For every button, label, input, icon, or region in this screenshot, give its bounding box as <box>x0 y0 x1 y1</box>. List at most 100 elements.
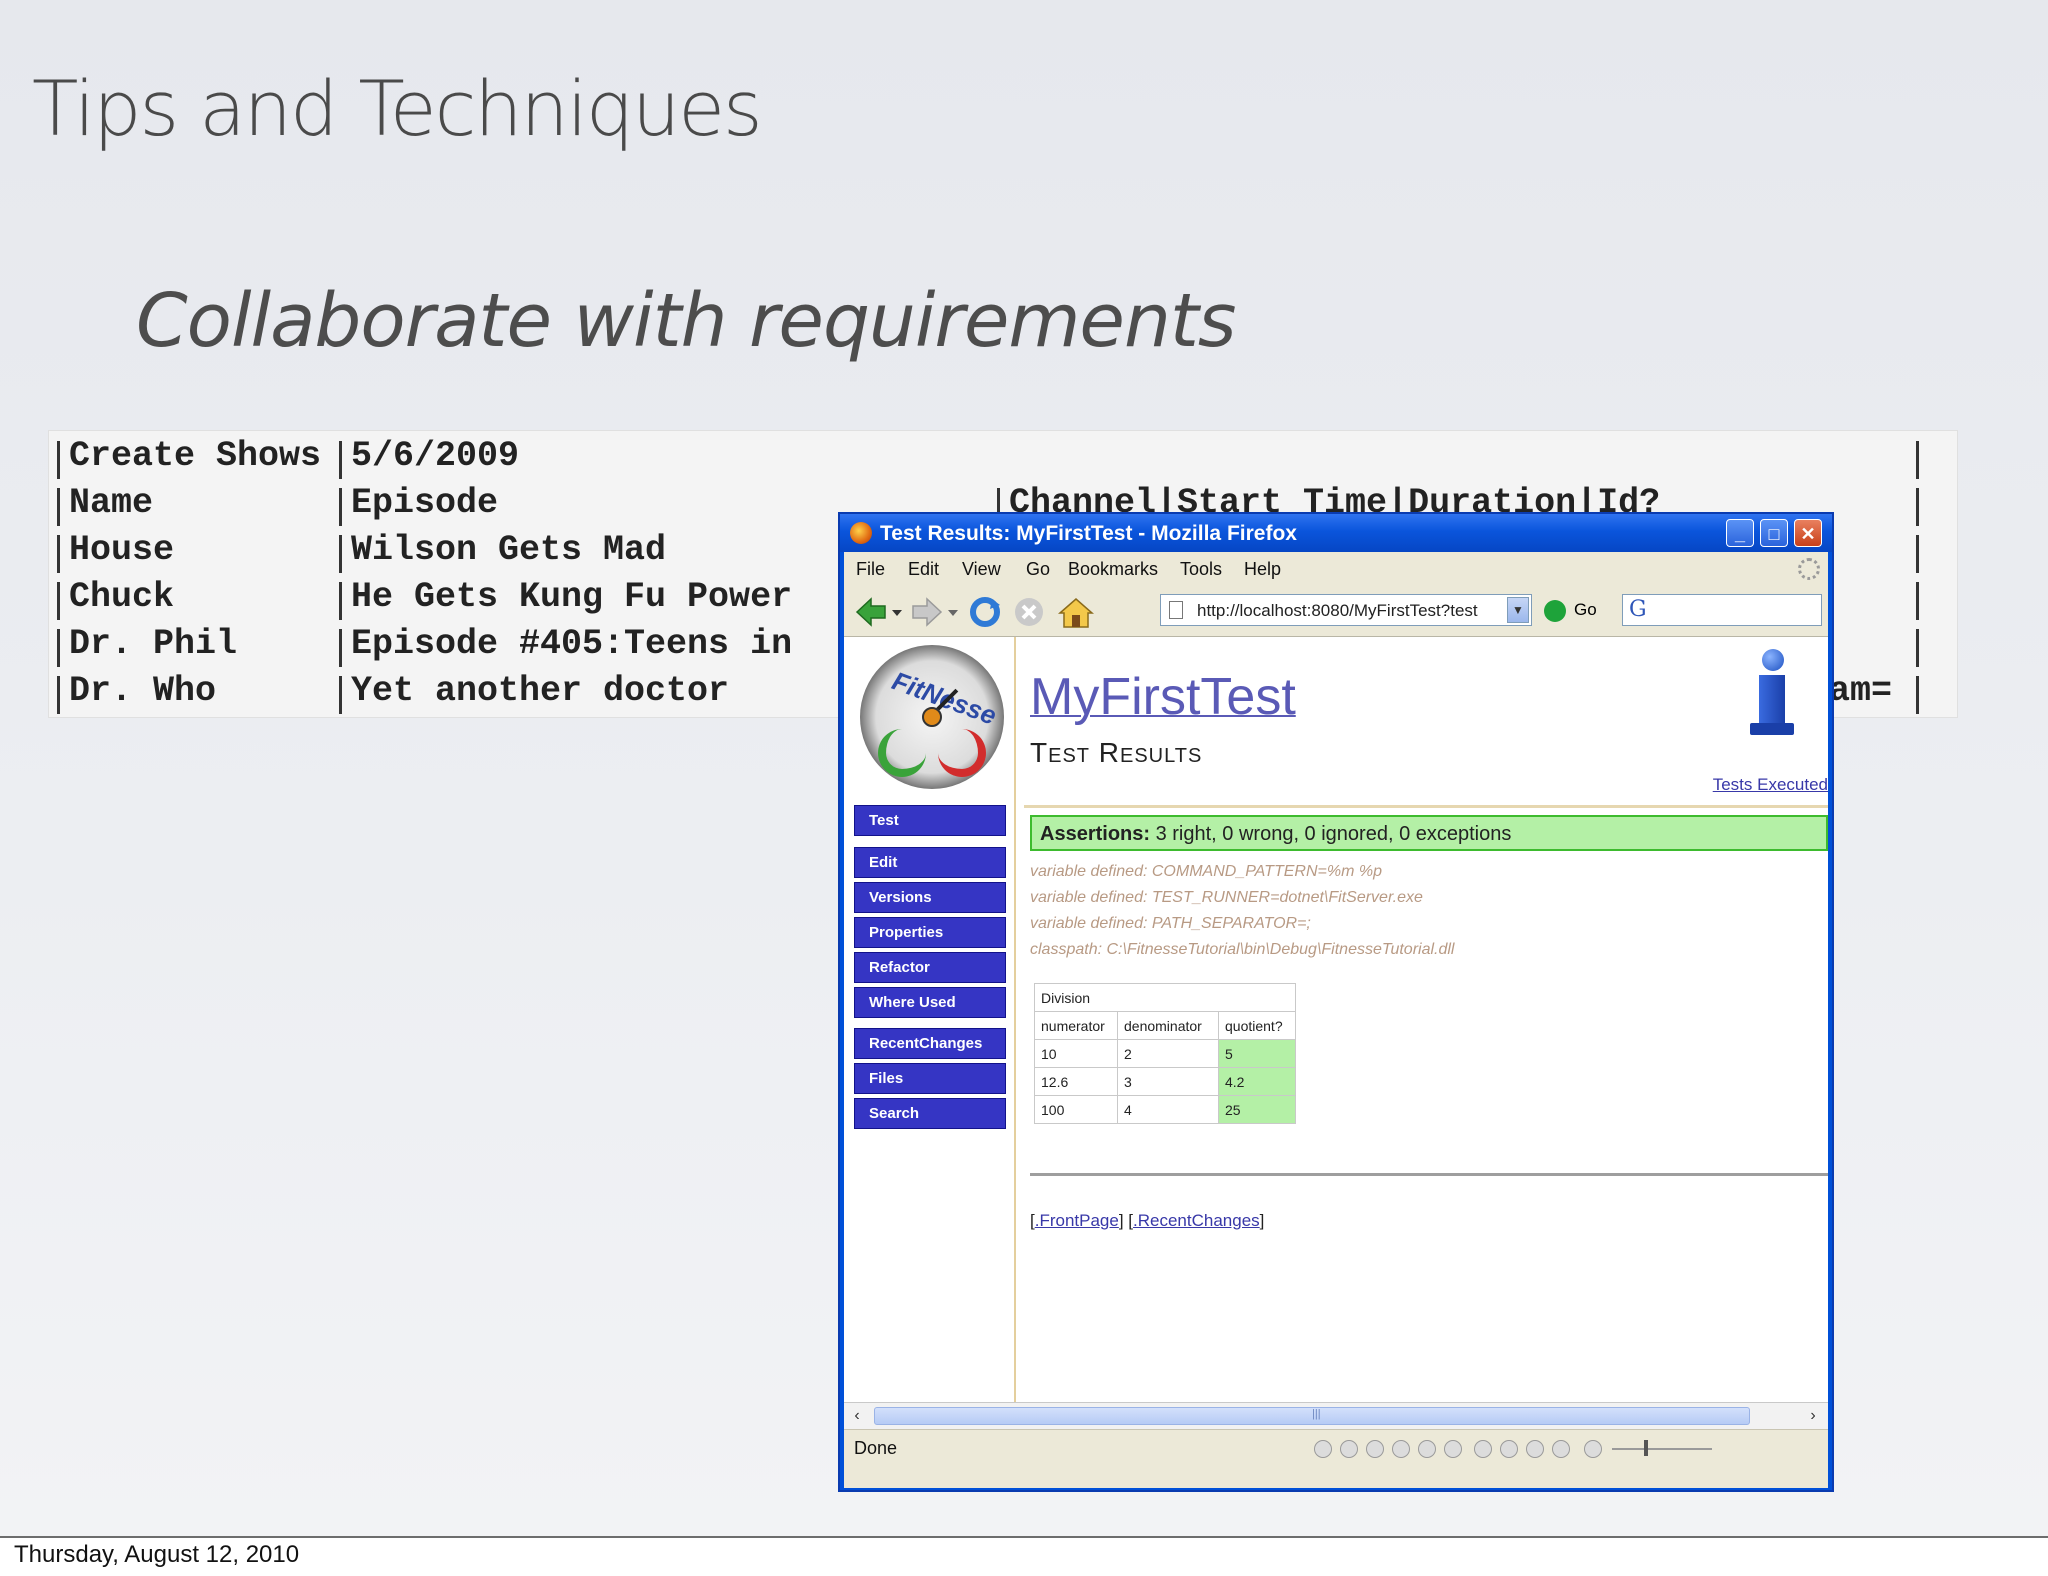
scroll-left-icon[interactable]: ‹ <box>848 1406 866 1426</box>
code-pipe <box>1916 535 1919 573</box>
divider <box>1030 1173 1828 1176</box>
reload-icon[interactable] <box>968 595 1002 629</box>
scroll-thumb[interactable]: ||| <box>874 1407 1750 1425</box>
nav-properties-button[interactable]: Properties <box>854 917 1006 948</box>
fitnesse-main: MyFirstTest Test Results Tests Executed … <box>1016 637 1828 1402</box>
close-button[interactable]: ✕ <box>1794 519 1822 547</box>
menu-tools[interactable]: Tools <box>1180 559 1222 580</box>
menu-edit[interactable]: Edit <box>908 559 939 580</box>
scroll-grip: ||| <box>1312 1408 1321 1420</box>
maximize-button[interactable]: □ <box>1760 519 1788 547</box>
footer-links: [.FrontPage] [.RecentChanges] <box>1030 1211 1265 1230</box>
page-subtitle: Test Results <box>1030 737 1203 768</box>
code-pipe <box>1916 441 1919 479</box>
code-pipe <box>57 582 60 620</box>
media-control-icon[interactable] <box>1392 1440 1410 1458</box>
nav-edit-button[interactable]: Edit <box>854 847 1006 878</box>
slide-date: Thursday, August 12, 2010 <box>14 1541 300 1568</box>
menu-help[interactable]: Help <box>1244 559 1281 580</box>
nav-test-button[interactable]: Test <box>854 805 1006 836</box>
nav-where-used-button[interactable]: Where Used <box>854 987 1006 1018</box>
google-search-icon[interactable]: G <box>1629 597 1647 622</box>
slide: Tips and Techniques Collaborate with req… <box>0 0 2048 1538</box>
window-title: Test Results: MyFirstTest - Mozilla Fire… <box>880 522 1297 545</box>
scroll-right-icon[interactable]: › <box>1804 1406 1822 1426</box>
nav-files-button[interactable]: Files <box>854 1063 1006 1094</box>
home-icon[interactable] <box>1056 595 1096 629</box>
media-control-icon[interactable] <box>1314 1440 1332 1458</box>
table-cell: 10 <box>1034 1039 1118 1068</box>
slide-subtitle: Collaborate with requirements <box>136 278 1236 364</box>
page-title-link[interactable]: MyFirstTest <box>1030 667 1296 727</box>
table-cell: 3 <box>1117 1067 1219 1096</box>
code-cell: Dr. Phil <box>69 624 238 664</box>
code-cell: Wilson Gets Mad <box>351 530 667 570</box>
slide-title: Tips and Techniques <box>32 64 763 153</box>
code-pipe <box>339 441 342 479</box>
column-header: quotient? <box>1218 1011 1296 1040</box>
column-header: numerator <box>1034 1011 1118 1040</box>
fitnesse-logo: FitNesse <box>860 645 1004 789</box>
code-cell: Chuck <box>69 577 175 617</box>
table-cell-pass: 5 <box>1218 1039 1296 1068</box>
code-pipe <box>57 535 60 573</box>
status-bar: Done <box>844 1429 1828 1488</box>
column-header: denominator <box>1117 1011 1219 1040</box>
code-pipe <box>339 488 342 526</box>
assertions-label: Assertions: <box>1040 823 1151 845</box>
table-cell-pass: 25 <box>1218 1095 1296 1124</box>
media-control-icon[interactable] <box>1340 1440 1358 1458</box>
forward-icon[interactable] <box>910 595 944 629</box>
url-dropdown-button[interactable]: ▼ <box>1507 597 1529 623</box>
code-cell: Dr. Who <box>69 671 217 711</box>
menu-bookmarks[interactable]: Bookmarks <box>1068 559 1158 580</box>
stop-icon[interactable] <box>1012 595 1046 629</box>
menu-view[interactable]: View <box>962 559 1001 580</box>
menu-bar: File Edit View Go Bookmarks Tools Help <box>844 552 1828 586</box>
code-pipe <box>57 629 60 667</box>
table-cell: 12.6 <box>1034 1067 1118 1096</box>
nav-search-button[interactable]: Search <box>854 1098 1006 1129</box>
code-cell: Create Shows <box>69 436 322 476</box>
menu-go[interactable]: Go <box>1026 559 1050 580</box>
variable-line: variable defined: TEST_RUNNER=dotnet\Fit… <box>1030 889 1423 906</box>
back-dropdown-icon[interactable] <box>890 595 904 629</box>
media-control-icon[interactable] <box>1526 1440 1544 1458</box>
menu-file[interactable]: File <box>856 559 885 580</box>
nav-refactor-button[interactable]: Refactor <box>854 952 1006 983</box>
minimize-button[interactable]: _ <box>1726 519 1754 547</box>
forward-dropdown-icon[interactable] <box>946 595 960 629</box>
window-titlebar[interactable]: Test Results: MyFirstTest - Mozilla Fire… <box>840 514 1832 552</box>
media-control-icon[interactable] <box>1500 1440 1518 1458</box>
code-pipe <box>339 535 342 573</box>
volume-slider-handle[interactable] <box>1644 1440 1648 1456</box>
code-pipe <box>339 629 342 667</box>
front-page-link[interactable]: .FrontPage <box>1035 1211 1119 1230</box>
division-table: Division numerator denominator quotient?… <box>1034 983 1296 1124</box>
logo-green-arc <box>878 729 926 777</box>
horizontal-scrollbar[interactable]: ‹ ||| › <box>844 1402 1828 1429</box>
go-button[interactable]: Go <box>1574 600 1597 620</box>
code-pipe <box>1916 582 1919 620</box>
recent-changes-link[interactable]: .RecentChanges <box>1133 1211 1260 1230</box>
back-icon[interactable] <box>854 595 888 629</box>
media-control-icon[interactable] <box>1366 1440 1384 1458</box>
assertions-summary: Assertions: 3 right, 0 wrong, 0 ignored,… <box>1030 815 1828 851</box>
media-control-icon[interactable] <box>1584 1440 1602 1458</box>
table-row: 10 2 5 <box>1034 1039 1296 1068</box>
search-input[interactable]: G <box>1622 594 1822 626</box>
divider <box>1024 805 1828 808</box>
go-icon[interactable] <box>1544 600 1566 622</box>
nav-recent-changes-button[interactable]: RecentChanges <box>854 1028 1006 1059</box>
media-control-icon[interactable] <box>1444 1440 1462 1458</box>
volume-slider[interactable] <box>1612 1448 1712 1450</box>
throbber-icon <box>1798 558 1820 580</box>
media-control-icon[interactable] <box>1418 1440 1436 1458</box>
logo-red-arc <box>938 729 986 777</box>
url-text: http://localhost:8080/MyFirstTest?test <box>1197 601 1478 620</box>
media-control-icon[interactable] <box>1552 1440 1570 1458</box>
tests-executed-link[interactable]: Tests Executed <box>1713 775 1828 795</box>
media-control-icon[interactable] <box>1474 1440 1492 1458</box>
url-field[interactable]: http://localhost:8080/MyFirstTest?test ▼ <box>1160 594 1532 626</box>
nav-versions-button[interactable]: Versions <box>854 882 1006 913</box>
